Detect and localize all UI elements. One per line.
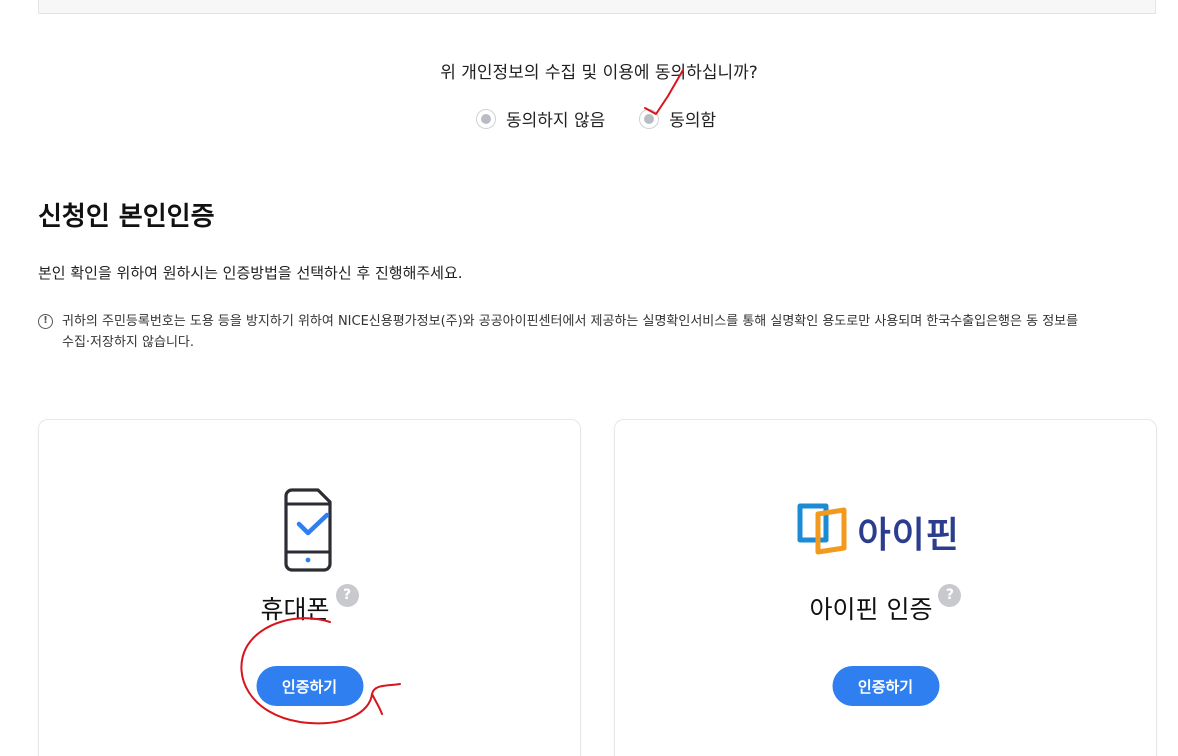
ipin-logo-icon	[797, 503, 846, 555]
mobile-phone-check-icon	[283, 488, 332, 572]
radio-agree-label: 동의함	[669, 111, 717, 131]
page: 위 개인정보의 수집 및 이용에 동의하십니까? 동의하지 않음 동의함 신청인…	[0, 0, 1178, 756]
ipin-logo: 아이핀	[796, 500, 976, 560]
consent-radio-group: 동의하지 않음 동의함	[476, 106, 750, 131]
ipin-logo-text: 아이핀	[857, 515, 960, 556]
mobile-verification-card: 휴대폰 ? 인증하기	[38, 419, 581, 756]
help-icon[interactable]: ?	[938, 584, 962, 607]
help-icon[interactable]: ?	[335, 584, 359, 607]
mobile-label: 휴대폰	[260, 595, 330, 624]
privacy-notice: ! 귀하의 주민등록번호는 도용 등을 방지하기 위하여 NICE신용평가정보(…	[38, 311, 1148, 353]
ipin-verify-button[interactable]: 인증하기	[832, 666, 939, 706]
radio-agree-circle[interactable]	[639, 108, 660, 129]
radio-disagree[interactable]: 동의하지 않음	[476, 106, 605, 131]
ipin-verification-card: 아이핀 아이핀 인증 ? 인증하기	[614, 419, 1157, 756]
radio-agree[interactable]: 동의함	[639, 106, 716, 131]
radio-disagree-circle[interactable]	[476, 108, 496, 129]
notice-text: 귀하의 주민등록번호는 도용 등을 방지하기 위하여 NICE신용평가정보(주)…	[62, 314, 1079, 350]
section-title: 신청인 본인인증	[38, 202, 215, 232]
radio-disagree-label: 동의하지 않음	[506, 111, 606, 131]
section-description: 본인 확인을 위하여 원하시는 인증방법을 선택하신 후 진행해주세요.	[38, 264, 463, 282]
ipin-label: 아이핀 인증	[809, 595, 933, 624]
mobile-verify-button[interactable]: 인증하기	[256, 666, 363, 706]
consent-question: 위 개인정보의 수집 및 이용에 동의하십니까?	[440, 63, 758, 83]
info-icon: !	[38, 314, 53, 329]
terms-content-box	[38, 0, 1156, 14]
